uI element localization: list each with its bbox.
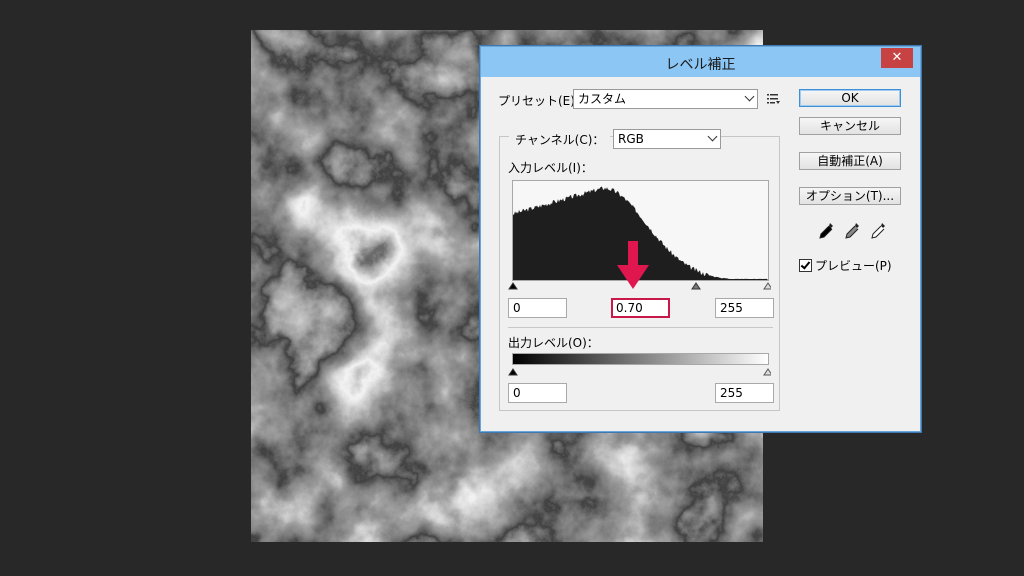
channel-value: RGB (618, 132, 644, 146)
options-button[interactable]: オプション(T)... (799, 187, 901, 205)
chevron-down-icon (707, 131, 718, 142)
preset-value: カスタム (578, 92, 627, 106)
close-button[interactable]: ✕ (881, 48, 913, 68)
dialog-title: レベル補正 (665, 57, 736, 73)
output-white-field[interactable]: 255 (715, 383, 774, 403)
input-levels-label: 入力レベル(I)： (508, 161, 593, 175)
separator (508, 327, 773, 328)
cancel-button[interactable]: キャンセル (799, 117, 901, 135)
input-gamma-slider[interactable] (691, 282, 701, 290)
levels-dialog: レベル補正 ✕ プリセット(E)： カスタム OK キャンセル 自動補正(A) … (480, 46, 921, 432)
input-gamma-field[interactable]: 0.70 (611, 298, 670, 318)
dialog-titlebar[interactable]: レベル補正 ✕ (481, 47, 920, 77)
white-eyedropper-icon[interactable] (870, 222, 886, 243)
ok-button[interactable]: OK (799, 89, 901, 107)
channel-label: チャンネル(C)： (509, 131, 611, 148)
preview-label: プレビュー(P) (815, 259, 892, 273)
output-black-field[interactable]: 0 (508, 383, 567, 403)
down-arrow-annotation-icon (617, 241, 649, 289)
input-white-slider[interactable] (763, 282, 771, 290)
preview-checkbox[interactable] (799, 259, 812, 272)
black-eyedropper-icon[interactable] (818, 222, 834, 243)
output-white-slider[interactable] (763, 368, 771, 376)
input-black-slider[interactable] (508, 282, 518, 290)
input-white-field[interactable]: 255 (715, 298, 774, 318)
output-black-slider[interactable] (508, 368, 518, 376)
output-gradient-bar (512, 353, 769, 365)
output-slider-track[interactable] (507, 366, 771, 378)
channel-select[interactable]: RGB (613, 129, 721, 149)
auto-button[interactable]: 自動補正(A) (799, 152, 901, 170)
input-black-field[interactable]: 0 (508, 298, 567, 318)
output-levels-label: 出力レベル(O)： (508, 336, 599, 350)
preset-menu-icon[interactable] (767, 93, 781, 108)
close-icon: ✕ (891, 50, 903, 65)
chevron-down-icon (744, 91, 755, 102)
gray-eyedropper-icon[interactable] (844, 222, 860, 243)
preset-select[interactable]: カスタム (573, 89, 758, 109)
